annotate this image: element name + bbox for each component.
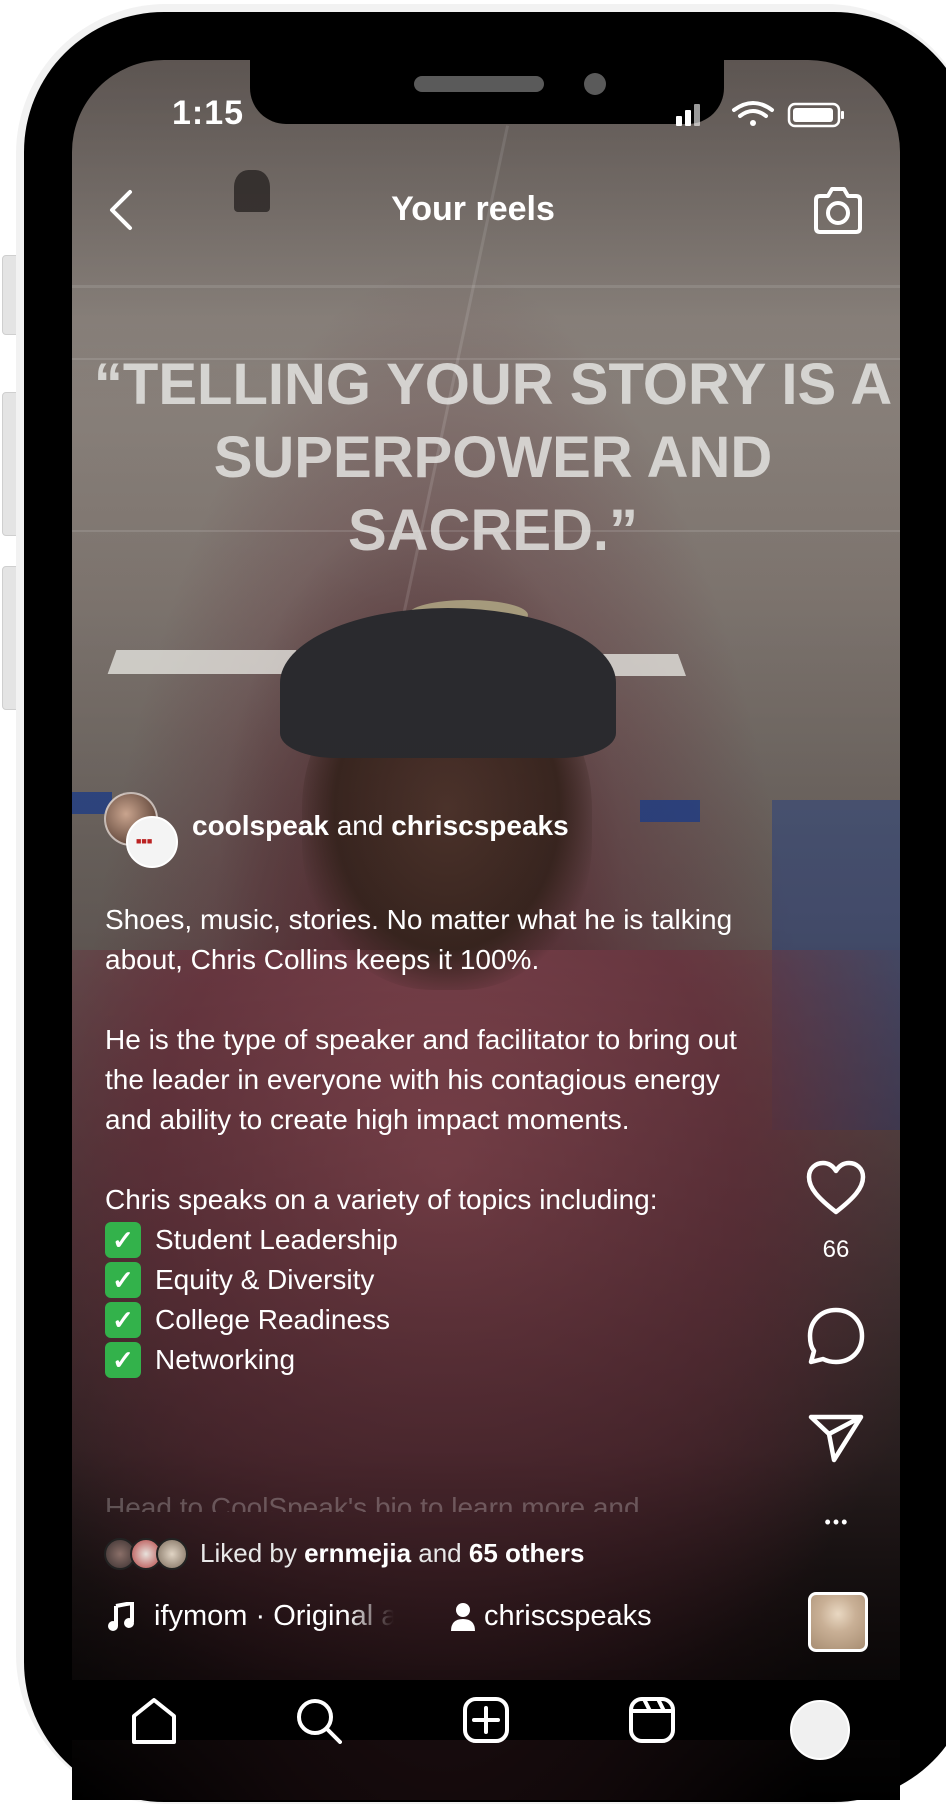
page-title: Your reels bbox=[391, 190, 555, 228]
likes-others-link[interactable]: 65 others bbox=[469, 1538, 585, 1568]
heart-icon[interactable] bbox=[806, 1160, 866, 1216]
search-icon[interactable] bbox=[294, 1696, 342, 1744]
author-joiner: and bbox=[328, 810, 392, 841]
audio-title[interactable]: ifymom · Original audio bbox=[154, 1600, 394, 1633]
person-icon bbox=[451, 1603, 475, 1631]
coolspeak-logo: ■■■ bbox=[136, 836, 153, 846]
caption[interactable]: Shoes, music, stories. No matter what he… bbox=[105, 900, 745, 1380]
topic-item: ✓ Networking bbox=[105, 1340, 745, 1380]
caption-truncated-line[interactable]: Head to CoolSpeak's bio to learn more an… bbox=[105, 1488, 705, 1512]
send-icon[interactable] bbox=[808, 1412, 864, 1464]
like-count[interactable]: 66 bbox=[798, 1236, 874, 1264]
comment-icon[interactable] bbox=[806, 1306, 866, 1366]
topic-label: Student Leadership bbox=[155, 1224, 398, 1255]
topic-label: College Readiness bbox=[155, 1304, 391, 1335]
battery-icon bbox=[787, 102, 844, 128]
more-icon[interactable]: ••• bbox=[812, 1512, 862, 1533]
liked-by-joiner: and bbox=[411, 1538, 469, 1568]
collaborator-username[interactable]: chriscspeaks bbox=[391, 810, 568, 841]
caption-topics-intro: Chris speaks on a variety of topics incl… bbox=[105, 1184, 658, 1215]
liker-username[interactable]: ernmejia bbox=[304, 1538, 411, 1568]
topic-label: Networking bbox=[155, 1344, 296, 1375]
author-username[interactable]: coolspeak bbox=[192, 810, 329, 841]
quote-line-2: SUPERPOWER AND SACRED.” bbox=[213, 425, 773, 563]
camera-icon[interactable] bbox=[810, 184, 866, 236]
audio-row[interactable]: ifymom · Original audio chriscspeaks bbox=[108, 1600, 728, 1640]
status-time: 1:15 bbox=[172, 94, 245, 132]
check-mark-icon: ✓ bbox=[105, 1262, 141, 1298]
video-text-overlay: “TELLING YOUR STORY IS A SUPERPOWER AND … bbox=[78, 348, 908, 567]
check-mark-icon: ✓ bbox=[105, 1342, 141, 1378]
status-icons bbox=[676, 101, 844, 128]
caption-paragraph: Shoes, music, stories. No matter what he… bbox=[105, 904, 733, 975]
check-mark-icon: ✓ bbox=[105, 1222, 141, 1258]
liked-by-prefix: Liked by bbox=[200, 1538, 305, 1568]
tagged-user[interactable]: chriscspeaks bbox=[484, 1600, 652, 1633]
avatar[interactable]: ■■■ bbox=[126, 816, 178, 868]
music-note-icon bbox=[108, 1602, 134, 1631]
audio-thumbnail[interactable] bbox=[808, 1592, 868, 1652]
notch bbox=[250, 60, 724, 124]
liked-by-text[interactable]: Liked by ernmejia and 65 others bbox=[200, 1538, 584, 1569]
reels-icon[interactable] bbox=[628, 1696, 676, 1744]
topic-item: ✓ Student Leadership bbox=[105, 1220, 745, 1260]
profile-avatar[interactable] bbox=[790, 1700, 850, 1760]
topic-label: Equity & Diversity bbox=[155, 1264, 375, 1295]
check-mark-icon: ✓ bbox=[105, 1302, 141, 1338]
home-icon[interactable] bbox=[130, 1696, 178, 1744]
topic-item: ✓ College Readiness bbox=[105, 1300, 745, 1340]
avatar bbox=[156, 1538, 188, 1570]
likes-row[interactable]: Liked by ernmejia and 65 others bbox=[104, 1534, 724, 1574]
signal-icon bbox=[676, 104, 700, 126]
topic-item: ✓ Equity & Diversity bbox=[105, 1260, 745, 1300]
new-post-icon[interactable] bbox=[462, 1696, 510, 1744]
earpiece bbox=[414, 76, 544, 92]
author-names[interactable]: coolspeak and chriscspeaks bbox=[192, 810, 569, 842]
wifi-icon bbox=[732, 101, 774, 126]
author-row[interactable]: ■■■ coolspeak and chriscspeaks bbox=[102, 792, 722, 868]
quote-line-1: “TELLING YOUR STORY IS A bbox=[93, 352, 893, 417]
caption-paragraph: He is the type of speaker and facilitato… bbox=[105, 1024, 737, 1135]
front-camera bbox=[584, 73, 606, 95]
